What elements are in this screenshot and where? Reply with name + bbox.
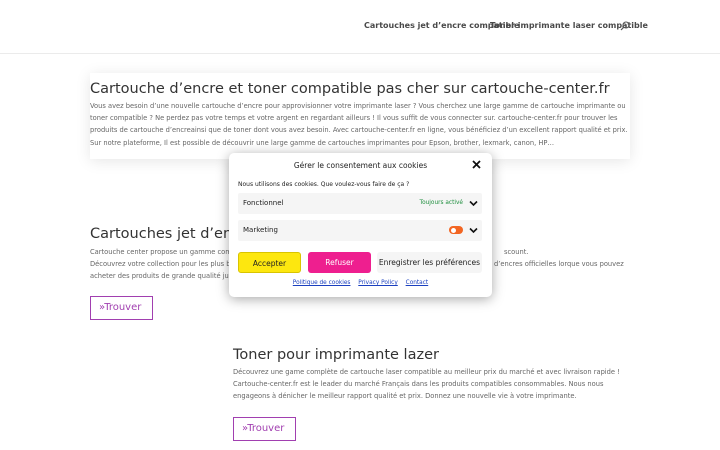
consent-title: Gérer le consentement aux cookies bbox=[293, 161, 428, 170]
section-toner-title: Toner pour imprimante lazer bbox=[233, 347, 439, 363]
trouver-jet-button[interactable]: »Trouver bbox=[90, 296, 153, 320]
contact-link[interactable]: Contact bbox=[406, 280, 429, 286]
section-jet-line1-right: scount. bbox=[504, 248, 529, 256]
consent-row-label: Marketing bbox=[243, 226, 278, 234]
intro-card: Cartouche d’encre et toner compatible pa… bbox=[90, 73, 630, 159]
consent-links: Politique de cookies Privacy Policy Cont… bbox=[229, 280, 492, 286]
chevron-down-icon[interactable] bbox=[469, 199, 478, 208]
consent-row-fonctionnel[interactable]: Fonctionnel Toujours activé bbox=[238, 193, 482, 214]
consent-status-badge: Toujours activé bbox=[419, 200, 463, 206]
trouver-toner-button[interactable]: »Trouver bbox=[233, 417, 296, 441]
section-jet-line2-right: d’encres officielles lorque vous pouvez bbox=[494, 260, 624, 269]
section-jet-line2-left: Découvrez votre collection pour les plus… bbox=[90, 260, 235, 269]
privacy-policy-link[interactable]: Privacy Policy bbox=[358, 280, 398, 286]
refuse-button[interactable]: Refuser bbox=[308, 252, 371, 273]
consent-row-label: Fonctionnel bbox=[243, 199, 284, 207]
marketing-toggle[interactable] bbox=[449, 226, 463, 234]
intro-body: Vous avez besoin d’une nouvelle cartouch… bbox=[90, 102, 628, 147]
consent-description: Nous utilisons des cookies. Que voulez-v… bbox=[238, 181, 410, 188]
accept-button[interactable]: Accepter bbox=[238, 252, 301, 273]
section-toner-body: Découvrez une game complète de cartouche… bbox=[233, 368, 620, 401]
site-header: Cartouches jet d’encre compatible Toner … bbox=[0, 0, 720, 53]
close-icon[interactable] bbox=[472, 160, 481, 169]
save-preferences-button[interactable]: Enregistrer les préférences bbox=[377, 252, 482, 273]
cookie-policy-link[interactable]: Politique de cookies bbox=[293, 280, 351, 286]
chevron-down-icon[interactable] bbox=[469, 226, 478, 235]
consent-row-marketing[interactable]: Marketing bbox=[238, 220, 482, 241]
search-icon[interactable] bbox=[620, 21, 630, 31]
toggle-knob bbox=[450, 227, 456, 233]
intro-title: Cartouche d’encre et toner compatible pa… bbox=[90, 81, 610, 97]
section-jet-line1-left: Cartouche center propose un gamme com bbox=[90, 248, 232, 256]
cookie-consent-dialog: Gérer le consentement aux cookies Nous u… bbox=[229, 153, 492, 297]
